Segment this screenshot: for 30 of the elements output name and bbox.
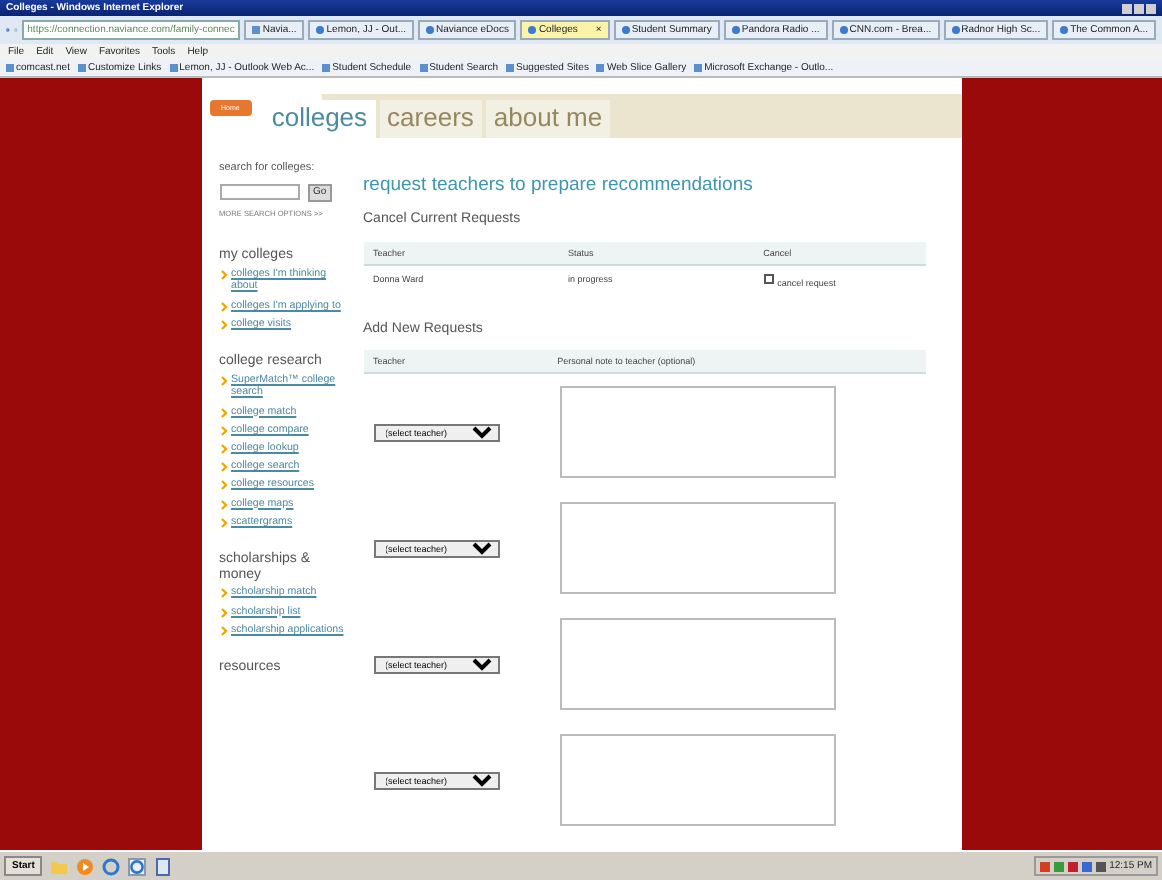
document-icon[interactable]	[154, 857, 173, 875]
page-icon	[426, 26, 435, 34]
page-icon	[322, 64, 331, 72]
page-icon	[621, 26, 630, 34]
page-icon	[252, 26, 261, 34]
browser-icon[interactable]	[128, 857, 147, 875]
page-icon	[77, 64, 86, 72]
page-icon	[169, 64, 178, 72]
page-icon	[6, 64, 14, 72]
note-field[interactable]	[559, 734, 835, 827]
search-field[interactable]	[219, 184, 299, 201]
page-icon	[951, 26, 960, 34]
page-icon	[506, 64, 515, 72]
page-icon	[694, 64, 703, 72]
page-icon	[528, 26, 537, 34]
media-icon[interactable]	[76, 857, 95, 875]
chevron-icon	[219, 269, 227, 280]
note-field[interactable]	[559, 502, 835, 595]
page-icon	[596, 64, 605, 72]
page-icon	[419, 64, 428, 72]
browser-icon[interactable]	[102, 857, 121, 875]
note-field[interactable]	[559, 386, 835, 479]
chevron-icon	[219, 375, 227, 386]
page-icon	[316, 26, 325, 34]
page-icon	[1060, 26, 1069, 34]
page-icon	[839, 26, 848, 34]
note-field[interactable]	[559, 618, 835, 711]
checkbox[interactable]	[763, 274, 774, 285]
page-icon	[731, 26, 740, 34]
page-title: request teachers to prepare recommendations	[363, 174, 755, 197]
